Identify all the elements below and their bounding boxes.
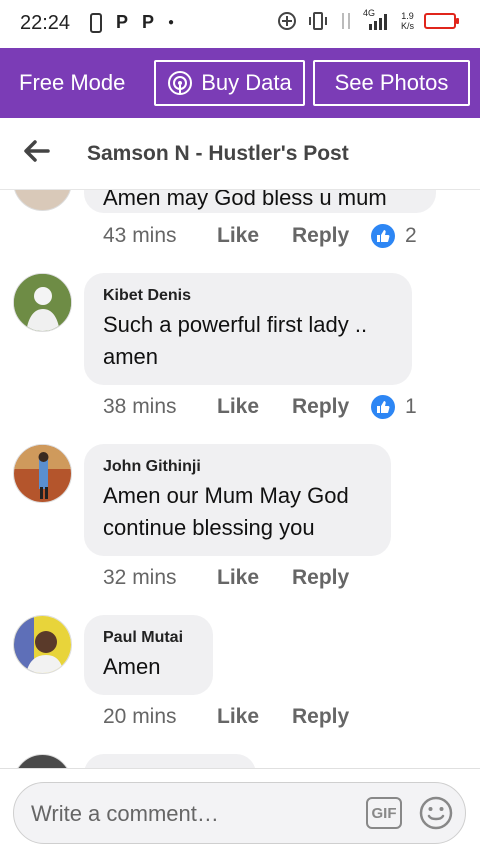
avatar[interactable]: [13, 754, 72, 768]
avatar[interactable]: [13, 615, 72, 674]
status-bar: 22:24 P P ● 4G 1.9 K/s: [0, 0, 480, 48]
signal-icon: 4G: [362, 8, 391, 32]
comment-actions: 20 mins Like Reply: [103, 705, 371, 729]
network-type: 4G: [362, 8, 375, 18]
speed-unit: K/s: [400, 21, 414, 31]
free-mode-label: Free Mode: [19, 70, 126, 95]
speed-value: 1.9: [401, 11, 414, 21]
comment-bubble[interactable]: [84, 754, 256, 768]
comment-actions: 38 mins Like Reply 1: [103, 395, 417, 419]
smiley-icon: [419, 796, 453, 830]
emoji-button[interactable]: [418, 795, 454, 836]
back-button[interactable]: [22, 138, 50, 169]
comment-input[interactable]: Write a comment… GIF: [13, 782, 466, 844]
gif-button[interactable]: GIF: [366, 797, 402, 829]
like-button[interactable]: Like: [217, 395, 292, 419]
vibrate-icon: [308, 12, 327, 30]
comment-text: Such a powerful first lady .. amen: [103, 312, 368, 369]
avatar[interactable]: [13, 444, 72, 503]
dot-icon: ●: [168, 17, 175, 28]
network-speed: 1.9 K/s: [401, 11, 414, 31]
comment-time: 43 mins: [103, 224, 177, 247]
notification-icons: P P ●: [90, 12, 174, 33]
comment-time: 32 mins: [103, 566, 177, 589]
reply-button[interactable]: Reply: [292, 224, 371, 248]
status-time: 22:24: [20, 12, 71, 34]
comments-list[interactable]: Amen may God bless u mum 43 mins Like Re…: [0, 190, 480, 768]
thumbs-up-icon: [371, 395, 395, 419]
phone-outline-icon: [90, 12, 102, 33]
comment-time: 38 mins: [103, 395, 177, 418]
battery-icon: [424, 13, 459, 29]
reaction-count: 1: [405, 395, 417, 418]
status-right: 4G 1.9 K/s: [277, 8, 459, 32]
p-app-icon-2: P: [142, 12, 155, 32]
comment-actions: 32 mins Like Reply: [103, 566, 371, 590]
comment-text: Amen may God bless u mum: [103, 190, 387, 210]
comment-author[interactable]: Kibet Denis: [103, 287, 392, 305]
comment-author[interactable]: John Githinji: [103, 458, 371, 476]
comment-bubble[interactable]: John Githinji Amen our Mum May God conti…: [84, 444, 391, 556]
comment-text: Amen: [103, 654, 161, 679]
comment-bubble[interactable]: Kibet Denis Such a powerful first lady .…: [84, 273, 412, 385]
reaction-count: 2: [405, 224, 417, 247]
data-arrows-icon: [341, 13, 350, 29]
comment-placeholder: Write a comment…: [31, 801, 219, 826]
gif-label: GIF: [371, 804, 397, 822]
avatar[interactable]: [13, 273, 72, 332]
reply-button[interactable]: Reply: [292, 566, 371, 590]
comment-bubble[interactable]: Paul Mutai Amen: [84, 615, 213, 695]
buy-data-label: Buy Data: [201, 70, 292, 95]
free-mode-bar: Free Mode Buy Data See Photos: [0, 48, 480, 118]
broadcast-icon: [168, 71, 193, 95]
comment-text: Amen our Mum May God continue blessing y…: [103, 483, 349, 540]
reply-button[interactable]: Reply: [292, 395, 371, 419]
comment-time: 20 mins: [103, 705, 177, 728]
see-photos-button[interactable]: See Photos: [313, 60, 470, 106]
p-app-icon: P: [116, 12, 129, 32]
page-title: Samson N - Hustler's Post: [87, 142, 349, 165]
avatar[interactable]: [13, 190, 72, 211]
thumbs-up-icon: [371, 224, 395, 248]
comment-author[interactable]: Paul Mutai: [103, 629, 193, 647]
data-saver-icon: [277, 12, 296, 30]
comment-composer-bar: Write a comment… GIF: [0, 768, 480, 854]
like-button[interactable]: Like: [217, 224, 292, 248]
comment-bubble[interactable]: Amen may God bless u mum: [84, 190, 436, 213]
back-arrow-icon: [24, 140, 50, 162]
reply-button[interactable]: Reply: [292, 705, 371, 729]
comment-actions: 43 mins Like Reply 2: [103, 224, 417, 248]
like-button[interactable]: Like: [217, 566, 292, 590]
like-button[interactable]: Like: [217, 705, 292, 729]
buy-data-button[interactable]: Buy Data: [154, 60, 305, 106]
see-photos-label: See Photos: [334, 70, 449, 95]
post-header: Samson N - Hustler's Post: [0, 118, 480, 190]
